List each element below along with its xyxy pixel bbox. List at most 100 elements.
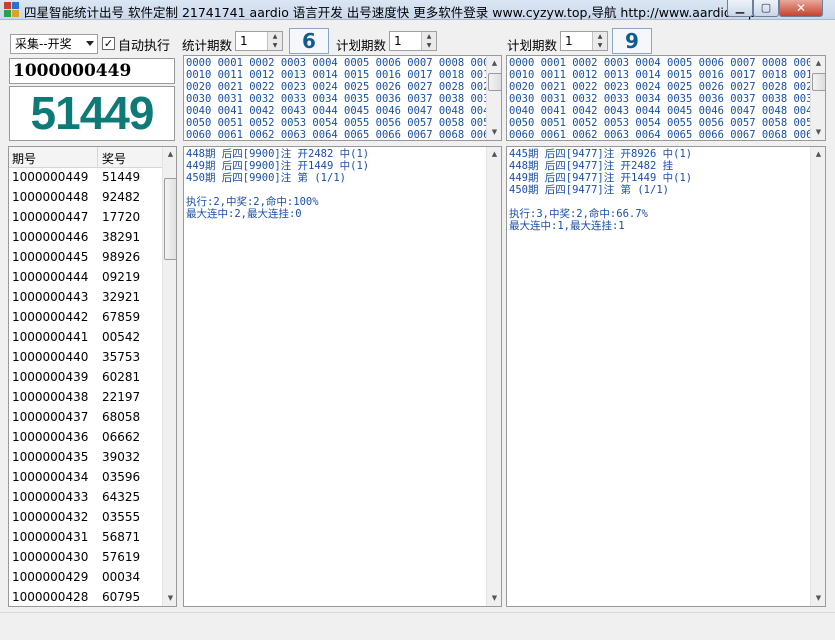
issue-cell: 1000000437 [12,410,89,424]
output-right-text: 445期 后四[9477]注 开8926 中(1) 448期 后四[9477]注 … [509,148,692,232]
table-row[interactable]: 1000000436 06662 [9,427,165,447]
text-line: 0040 0041 0042 0043 0044 0045 0046 0047 … [186,105,496,117]
auto-exec-checkbox[interactable]: ✓ [102,37,115,50]
spin-up-icon[interactable]: ▲ [422,32,436,41]
plan-periods-value-right: 1 [565,34,573,48]
table-row[interactable]: 1000000442 67859 [9,307,165,327]
number-cell: 17720 [102,210,141,224]
spin-up-icon[interactable]: ▲ [593,32,607,41]
number-cell: 03555 [102,510,141,524]
scroll-down-icon[interactable]: ▼ [811,591,825,606]
history-table[interactable]: 期号 奖号 1000000449 51449 1000000448 92482 1000… [8,146,177,607]
issue-cell: 1000000443 [12,290,89,304]
table-row[interactable]: 1000000435 39032 [9,447,165,467]
scroll-up-icon[interactable]: ▲ [163,147,176,162]
text-line: 最大连中:2,最大连挂:0 [186,208,302,220]
window-title: 四星智能统计出号 软件定制 21741741 aardio 语言开发 出号速度快… [24,5,756,20]
number-cell: 60795 [102,590,141,604]
current-issue-display: 1000000449 [9,58,175,84]
table-row[interactable]: 1000000433 64325 [9,487,165,507]
text-line: 0050 0051 0052 0053 0054 0055 0056 0057 … [186,117,496,129]
table-row[interactable]: 1000000432 03555 [9,507,165,527]
output-right-scrollbar[interactable]: ▲ ▼ [810,147,825,606]
table-row[interactable]: 1000000444 09219 [9,267,165,287]
scroll-up-icon[interactable]: ▲ [487,147,501,162]
scroll-down-icon[interactable]: ▼ [487,125,501,140]
scrollbar-thumb[interactable] [812,73,825,91]
issue-cell: 1000000438 [12,390,89,404]
stat-periods-spinner[interactable]: 1 ▲ ▼ [235,31,283,51]
scroll-down-icon[interactable]: ▼ [163,591,176,606]
table-row[interactable]: 1000000430 57619 [9,547,165,567]
text-line: 450期 后四[9477]注 第 (1/1) [509,184,669,196]
number-cell: 03596 [102,470,141,484]
number-cell: 00542 [102,330,141,344]
table-row[interactable]: 1000000449 51449 [9,167,165,187]
stat-periods-label: 统计期数 [182,38,233,53]
table-row[interactable]: 1000000437 68058 [9,407,165,427]
code-list-right-text: 0000 0001 0002 0003 0004 0005 0006 0007 … [509,57,819,140]
spin-down-icon[interactable]: ▼ [593,41,607,50]
collect-select[interactable]: 采集--开奖 [10,34,98,54]
table-scrollbar[interactable]: ▲ ▼ [162,147,176,606]
status-bar [0,612,835,640]
table-row[interactable]: 1000000443 32921 [9,287,165,307]
scroll-down-icon[interactable]: ▼ [487,591,501,606]
text-line [509,196,692,208]
number-cell: 35753 [102,350,141,364]
table-row[interactable]: 1000000439 60281 [9,367,165,387]
table-row[interactable]: 1000000431 56871 [9,527,165,547]
code-list-left[interactable]: 0000 0001 0002 0003 0004 0005 0006 0007 … [183,55,502,141]
table-row[interactable]: 1000000428 60795 [9,587,165,606]
issue-cell: 1000000448 [12,190,89,204]
output-right[interactable]: 445期 后四[9477]注 开8926 中(1) 448期 后四[9477]注 … [506,146,826,607]
issue-cell: 1000000436 [12,430,89,444]
issue-cell: 1000000444 [12,270,89,284]
number-cell: 22197 [102,390,141,404]
scroll-up-icon[interactable]: ▲ [487,56,501,71]
table-row[interactable]: 1000000440 35753 [9,347,165,367]
scroll-up-icon[interactable]: ▲ [811,147,825,162]
plan-periods-label-left: 计划期数 [336,38,387,53]
close-button[interactable]: ✕ [779,0,823,17]
scrollbar-thumb[interactable] [488,73,501,91]
text-line: 0000 0001 0002 0003 0004 0005 0006 0007 … [509,57,819,69]
table-row[interactable]: 1000000441 00542 [9,327,165,347]
table-row[interactable]: 1000000447 17720 [9,207,165,227]
table-row[interactable]: 1000000446 38291 [9,227,165,247]
spin-up-icon[interactable]: ▲ [268,32,282,41]
scroll-down-icon[interactable]: ▼ [811,125,825,140]
number-cell: 56871 [102,530,141,544]
scroll-up-icon[interactable]: ▲ [811,56,825,71]
column-header-number[interactable]: 奖号 [102,150,126,167]
maximize-button[interactable]: ▢ [753,0,779,17]
text-line: 0060 0061 0062 0063 0064 0065 0066 0067 … [186,129,496,141]
plan-periods-spinner-left[interactable]: 1 ▲ ▼ [389,31,437,51]
number-cell: 60281 [102,370,141,384]
output-left[interactable]: 448期 后四[9900]注 开2482 中(1) 449期 后四[9900]注 … [183,146,502,607]
code-list-right[interactable]: 0000 0001 0002 0003 0004 0005 0006 0007 … [506,55,826,141]
table-row[interactable]: 1000000445 98926 [9,247,165,267]
table-row[interactable]: 1000000438 22197 [9,387,165,407]
output-left-scrollbar[interactable]: ▲ ▼ [486,147,501,606]
stat-result-value: 6 [289,28,329,54]
code-list-left-scrollbar[interactable]: ▲ ▼ [486,56,501,140]
issue-cell: 1000000447 [12,210,89,224]
issue-cell: 1000000429 [12,570,89,584]
title-bar[interactable]: 四星智能统计出号 软件定制 21741741 aardio 语言开发 出号速度快… [0,0,835,20]
column-header-issue[interactable]: 期号 [12,150,36,167]
chevron-down-icon [86,41,94,46]
scrollbar-thumb[interactable] [164,178,176,260]
spin-down-icon[interactable]: ▼ [268,41,282,50]
plan-periods-spinner-right[interactable]: 1 ▲ ▼ [560,31,608,51]
table-row[interactable]: 1000000434 03596 [9,467,165,487]
table-row[interactable]: 1000000429 00034 [9,567,165,587]
minimize-button[interactable]: ▁ [727,0,753,17]
table-row[interactable]: 1000000448 92482 [9,187,165,207]
text-line: 0030 0031 0032 0033 0034 0035 0036 0037 … [186,93,496,105]
spin-down-icon[interactable]: ▼ [422,41,436,50]
output-left-text: 448期 后四[9900]注 开2482 中(1) 449期 后四[9900]注 … [186,148,369,220]
code-list-right-scrollbar[interactable]: ▲ ▼ [810,56,825,140]
number-cell: 57619 [102,550,141,564]
collect-select-value: 采集--开奖 [15,37,72,51]
